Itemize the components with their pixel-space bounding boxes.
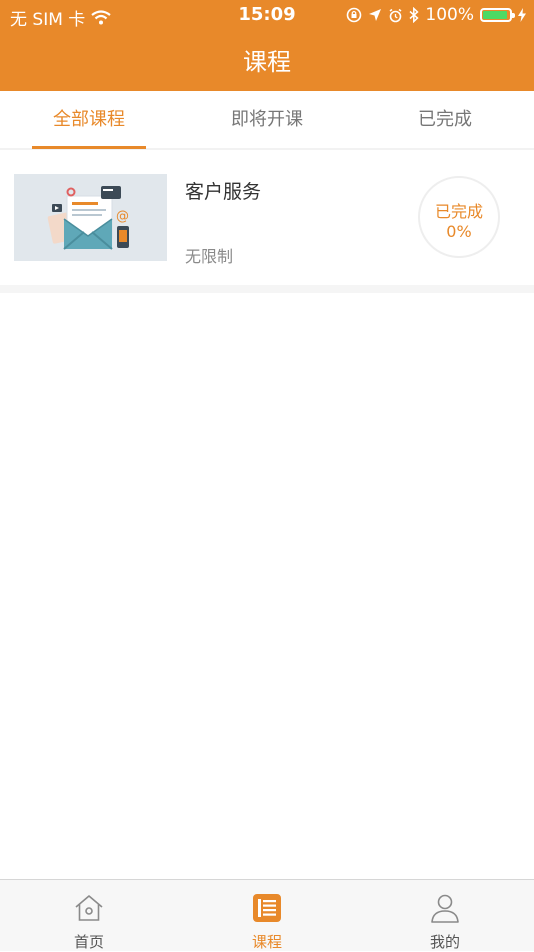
progress-percent: 0% [446,222,472,241]
nav-item-profile[interactable]: 我的 [356,880,534,951]
battery-icon [480,8,515,22]
email-illustration-icon: @ [47,186,129,250]
nav-item-home[interactable]: 首页 [0,880,178,951]
list-divider [0,285,534,293]
nav-label-profile: 我的 [429,933,460,951]
charging-icon [518,8,526,22]
status-bar: 无 SIM 卡 15:09 100% [0,0,534,30]
rotation-lock-icon [347,7,362,23]
progress-status-label: 已完成 [434,202,483,221]
course-thumbnail: @ [14,174,167,261]
home-icon [75,895,103,921]
course-icon [253,894,281,922]
course-title: 客户服务 [185,181,262,203]
course-limit: 无限制 [185,247,234,266]
battery-percent: 100% [425,5,474,25]
nav-label-courses: 课程 [251,933,282,951]
nav-item-courses[interactable]: 课程 [178,880,356,951]
tab-upcoming[interactable]: 即将开课 [178,91,356,148]
profile-icon [431,894,459,923]
tab-completed[interactable]: 已完成 [356,91,534,148]
progress-ring: 已完成 0% [418,176,500,258]
course-card[interactable]: @ 客户服务 无限制 已完成 0% [0,150,534,285]
course-tabs: 全部课程 即将开课 已完成 [0,91,534,150]
bottom-nav: 首页 课程 我的 [0,879,534,951]
page-title: 课程 [243,48,291,76]
alarm-icon [389,8,402,22]
app-header: 无 SIM 卡 15:09 100% 课程 [0,0,534,91]
svg-text:@: @ [116,209,129,224]
tab-all-courses[interactable]: 全部课程 [0,91,178,148]
nav-label-home: 首页 [73,933,104,951]
active-tab-indicator [32,146,146,149]
bluetooth-icon [409,7,420,23]
location-icon [369,9,382,21]
